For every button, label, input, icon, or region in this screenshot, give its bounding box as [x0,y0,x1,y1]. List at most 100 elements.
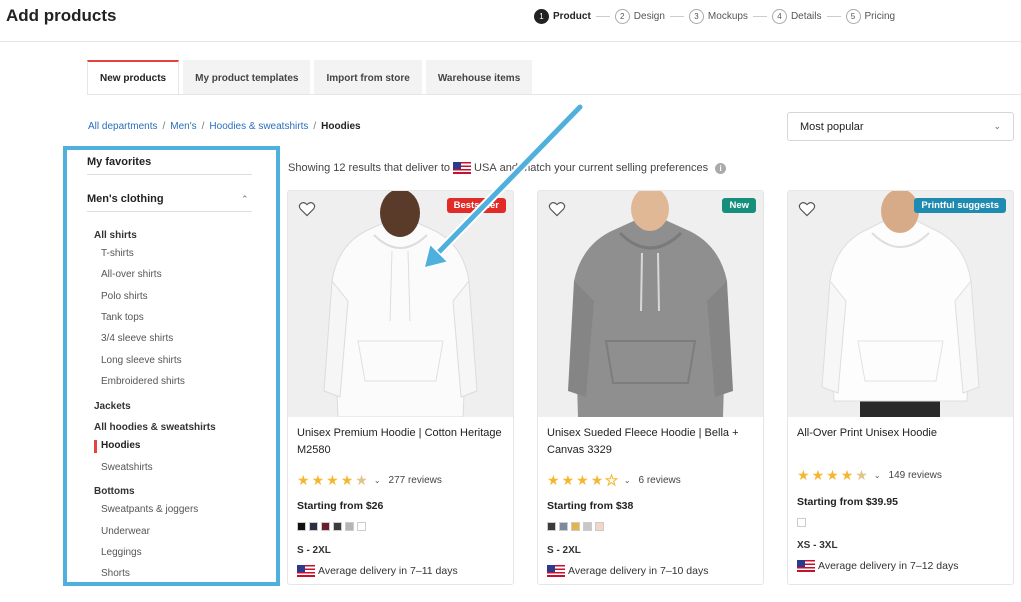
product-rating[interactable]: ★ ★ ★ ★ ★ ⌄ 149 reviews [797,468,942,482]
star-icon: ★ [590,472,604,488]
sidebar-item-tank-tops[interactable]: Tank tops [101,312,144,323]
review-count: 6 reviews [638,474,681,486]
color-swatch[interactable] [559,522,568,531]
step-label: Design [633,11,665,22]
product-card[interactable]: Printful suggests All-Over Print Unisex … [787,190,1014,585]
star-icon: ★ [547,472,560,488]
sidebar-divider [87,211,252,212]
hoodie-all-over-print-photo [788,191,1013,417]
color-swatches [297,522,366,531]
heart-icon[interactable] [548,201,566,217]
sidebar-item-shorts[interactable]: Shorts [101,568,130,579]
color-swatch[interactable] [571,522,580,531]
sidebar-item-t-shirts[interactable]: T-shirts [101,248,134,259]
sidebar-item-3-4-sleeve-shirts[interactable]: 3/4 sleeve shirts [101,333,173,344]
step-number: 5 [845,9,861,24]
product-price: Starting from $39.95 [797,496,898,508]
results-country: USA [474,162,497,174]
top-bar: Add products 1 Product 2 Design 3 Mockup… [0,0,1021,42]
sidebar-category-jackets[interactable]: Jackets [94,401,131,412]
sidebar-section-mens-clothing[interactable]: Men's clothing [87,193,164,205]
color-swatch[interactable] [297,522,306,531]
star-icon: ★ [576,472,589,488]
sidebar-item-underwear[interactable]: Underwear [101,526,150,537]
color-swatch[interactable] [547,522,556,531]
color-swatch[interactable] [595,522,604,531]
tab-new-products[interactable]: New products [87,60,180,94]
sidebar-category-all-shirts[interactable]: All shirts [94,230,137,241]
hoodie-white-photo [288,191,513,417]
size-range: XS - 3XL [797,540,838,551]
sidebar-item-embroidered-shirts[interactable]: Embroidered shirts [101,376,185,387]
heart-icon[interactable] [798,201,816,217]
product-card[interactable]: Bestseller Unisex Premium Hoodie | Cotto… [287,190,514,585]
product-tabs: New products My product templates Import… [87,60,536,94]
results-prefix: Showing 12 results that deliver to [288,162,451,174]
half-star-icon: ★ [355,472,368,488]
delivery-info: Average delivery in 7–12 days [797,560,958,572]
sidebar-my-favorites[interactable]: My favorites [87,156,151,168]
color-swatch[interactable] [583,522,592,531]
color-swatch[interactable] [309,522,318,531]
sort-dropdown[interactable]: Most popular ⌄ [787,112,1014,141]
sort-value: Most popular [800,120,864,133]
tab-import-from-store[interactable]: Import from store [314,60,422,94]
breadcrumb-separator: / [201,121,205,132]
star-icon: ★ [840,467,854,483]
breadcrumb: All departments / Men's / Hoodies & swea… [88,121,361,132]
heart-icon[interactable] [298,201,316,217]
sidebar-item-hoodies[interactable]: Hoodies [101,440,140,451]
color-swatch[interactable] [321,522,330,531]
product-image[interactable]: Printful suggests [788,191,1013,417]
breadcrumb-hoodies-sweatshirts[interactable]: Hoodies & sweatshirts [209,121,308,132]
active-item-marker [94,440,97,453]
chevron-up-icon[interactable]: ⌃ [241,194,249,205]
breadcrumb-mens[interactable]: Men's [170,121,196,132]
step-number: 3 [688,9,704,24]
color-swatch[interactable] [357,522,366,531]
sidebar-item-sweatpants-joggers[interactable]: Sweatpants & joggers [101,504,198,515]
step-design[interactable]: 2 Design [614,9,665,24]
product-image[interactable]: New [538,191,763,417]
star-icon: ★ [297,472,310,488]
product-title[interactable]: Unisex Sueded Fleece Hoodie | Bella + Ca… [547,425,752,459]
color-swatch[interactable] [345,522,354,531]
breadcrumb-separator: / [162,121,166,132]
tab-warehouse-items[interactable]: Warehouse items [425,60,533,94]
step-details[interactable]: 4 Details [771,9,822,24]
sidebar-category-all-hoodies[interactable]: All hoodies & sweatshirts [94,422,216,433]
product-image[interactable]: Bestseller [288,191,513,417]
star-icon: ★ [340,472,354,488]
color-swatch[interactable] [797,518,806,527]
sidebar-item-leggings[interactable]: Leggings [101,547,142,558]
sidebar-item-sweatshirts[interactable]: Sweatshirts [101,462,153,473]
empty-star-icon: ★ [605,472,619,488]
results-summary: Showing 12 results that deliver to USA a… [288,162,727,174]
product-rating[interactable]: ★ ★ ★ ★ ★ ⌄ 6 reviews [547,472,681,488]
step-divider [752,16,767,17]
step-product[interactable]: 1 Product [534,9,591,24]
step-number: 1 [534,9,549,24]
step-label: Details [790,11,822,22]
color-swatch[interactable] [333,522,342,531]
color-swatches [547,522,604,531]
step-mockups[interactable]: 3 Mockups [688,9,748,24]
sidebar-item-all-over-shirts[interactable]: All-over shirts [101,269,162,280]
step-number: 2 [614,9,630,24]
product-card[interactable]: New Unisex Sueded Fleece Hoodie | Bella … [537,190,764,585]
us-flag-icon [797,560,815,572]
product-title[interactable]: Unisex Premium Hoodie | Cotton Heritage … [297,425,502,459]
step-pricing[interactable]: 5 Pricing [845,9,895,24]
step-label: Mockups [707,11,748,22]
star-icon: ★ [311,472,325,488]
product-rating[interactable]: ★ ★ ★ ★ ★ ⌄ 277 reviews [297,473,442,487]
progress-steps: 1 Product 2 Design 3 Mockups 4 Details 5… [534,9,895,24]
info-icon[interactable]: i [715,162,727,174]
sidebar-item-polo-shirts[interactable]: Polo shirts [101,291,148,302]
us-flag-icon [453,162,472,174]
breadcrumb-all-departments[interactable]: All departments [88,121,157,132]
sidebar-category-bottoms[interactable]: Bottoms [94,486,135,497]
product-title[interactable]: All-Over Print Unisex Hoodie [797,425,1002,442]
tab-my-product-templates[interactable]: My product templates [183,60,311,94]
sidebar-item-long-sleeve-shirts[interactable]: Long sleeve shirts [101,355,182,366]
